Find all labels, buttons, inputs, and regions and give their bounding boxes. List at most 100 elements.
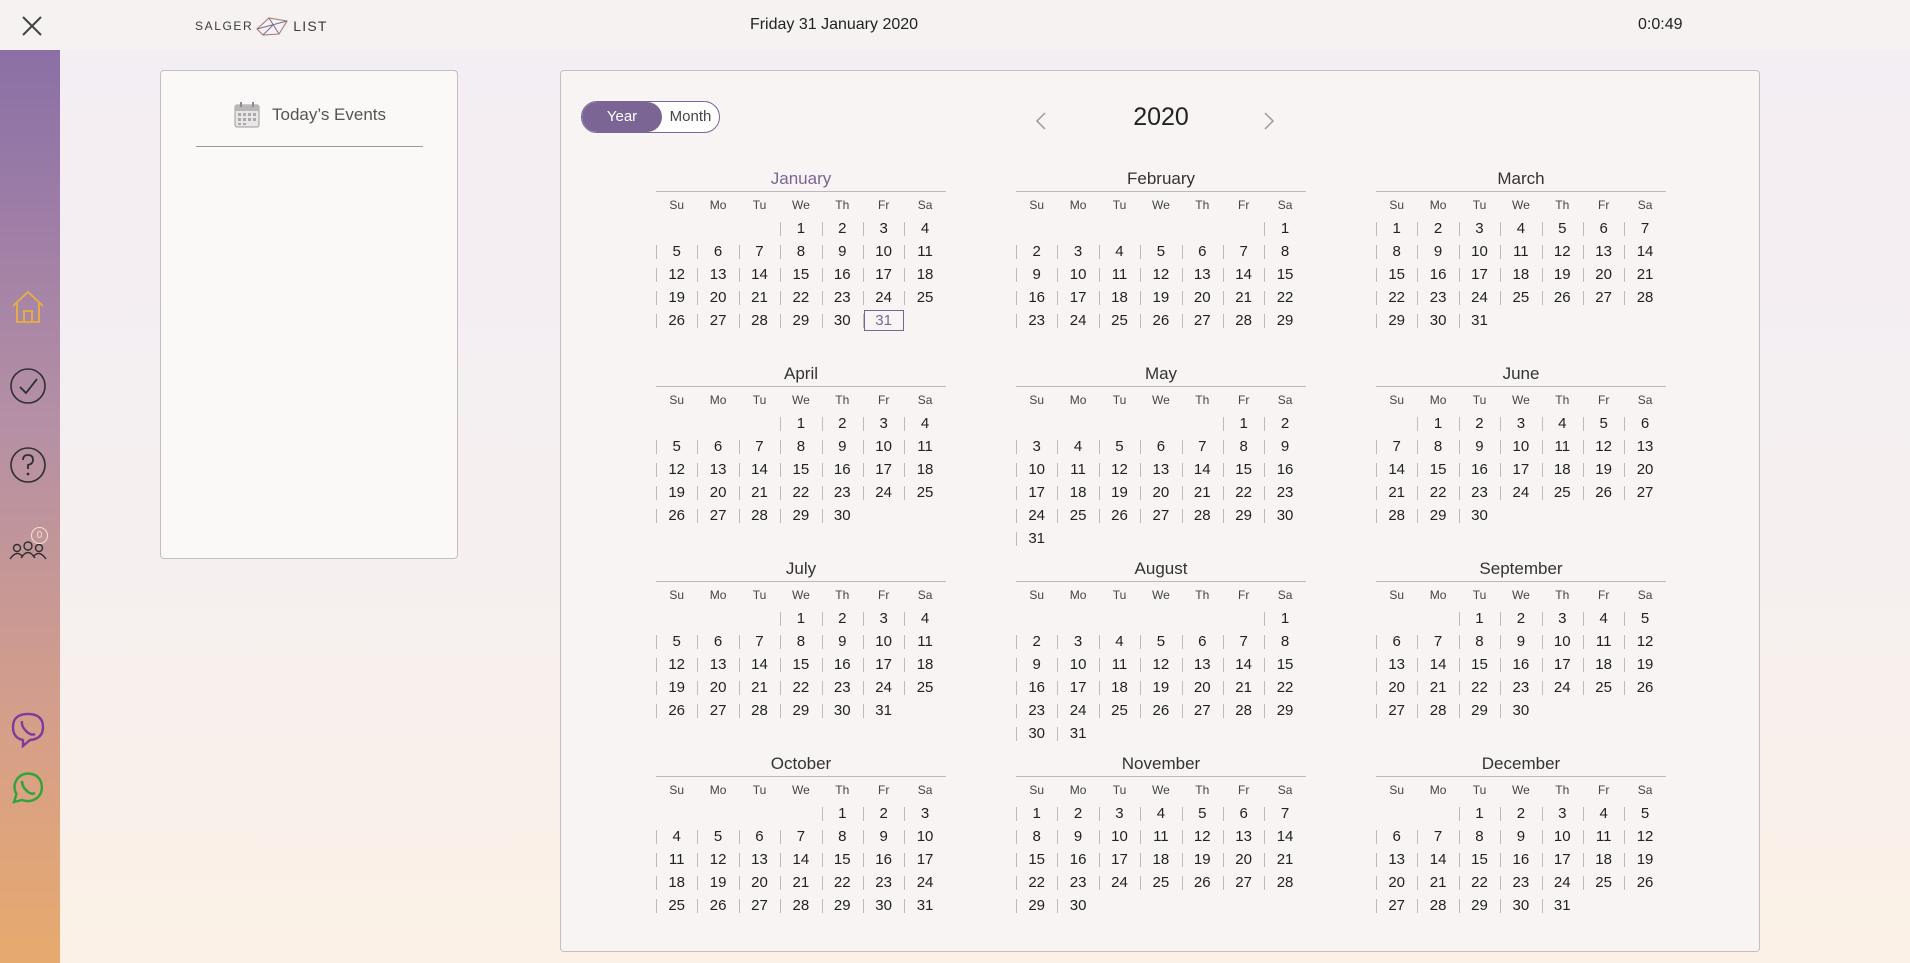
- day-cell[interactable]: 27: [697, 504, 738, 527]
- day-cell[interactable]: 13: [1181, 263, 1223, 286]
- day-cell[interactable]: 30: [1417, 309, 1458, 332]
- day-cell[interactable]: 21: [780, 871, 821, 894]
- day-cell[interactable]: 10: [1500, 435, 1541, 458]
- day-cell[interactable]: 19: [1624, 848, 1665, 871]
- day-cell[interactable]: 1: [821, 802, 863, 825]
- day-cell[interactable]: 10: [1016, 458, 1057, 481]
- day-cell[interactable]: 22: [1264, 286, 1305, 309]
- day-cell[interactable]: 11: [1057, 458, 1098, 481]
- day-cell[interactable]: 1: [1458, 607, 1500, 630]
- day-cell[interactable]: 25: [1582, 871, 1624, 894]
- day-cell[interactable]: 23: [1417, 286, 1458, 309]
- month-title[interactable]: May: [1016, 364, 1306, 386]
- day-cell[interactable]: 4: [1140, 802, 1181, 825]
- day-cell[interactable]: 7: [1624, 217, 1665, 240]
- day-cell[interactable]: 24: [1057, 309, 1098, 332]
- day-cell[interactable]: 27: [738, 894, 780, 917]
- day-cell[interactable]: 9: [1016, 263, 1057, 286]
- day-cell[interactable]: 24: [1098, 871, 1140, 894]
- day-cell[interactable]: 6: [1624, 412, 1665, 435]
- day-cell[interactable]: 5: [1140, 240, 1181, 263]
- day-cell[interactable]: 27: [1582, 286, 1624, 309]
- day-cell[interactable]: 19: [1140, 286, 1181, 309]
- day-cell[interactable]: 23: [1057, 871, 1098, 894]
- month-title[interactable]: March: [1376, 169, 1666, 191]
- day-cell[interactable]: 26: [1098, 504, 1140, 527]
- day-cell[interactable]: 19: [1181, 848, 1223, 871]
- day-cell[interactable]: 20: [1140, 481, 1181, 504]
- day-cell[interactable]: 14: [738, 458, 780, 481]
- day-cell[interactable]: 16: [1016, 286, 1057, 309]
- day-cell[interactable]: 5: [1098, 435, 1140, 458]
- day-cell[interactable]: 2: [1458, 412, 1500, 435]
- day-cell[interactable]: 6: [1181, 630, 1223, 653]
- day-cell[interactable]: 23: [821, 286, 863, 309]
- day-cell[interactable]: 30: [1016, 722, 1057, 745]
- day-cell[interactable]: 4: [1057, 435, 1098, 458]
- day-cell[interactable]: 3: [1057, 240, 1098, 263]
- day-cell[interactable]: 2: [1500, 607, 1541, 630]
- day-cell[interactable]: 19: [1140, 676, 1181, 699]
- day-cell[interactable]: 8: [1222, 435, 1264, 458]
- day-cell[interactable]: 21: [738, 481, 780, 504]
- day-cell[interactable]: 13: [1376, 848, 1417, 871]
- day-cell[interactable]: 7: [1181, 435, 1223, 458]
- day-cell[interactable]: 26: [1624, 871, 1665, 894]
- day-cell[interactable]: 31: [1541, 894, 1583, 917]
- day-cell[interactable]: 26: [656, 699, 697, 722]
- day-cell[interactable]: 14: [1181, 458, 1223, 481]
- day-cell[interactable]: 22: [1458, 871, 1500, 894]
- day-cell[interactable]: 26: [656, 504, 697, 527]
- day-cell[interactable]: 1: [780, 412, 821, 435]
- day-cell[interactable]: 27: [1140, 504, 1181, 527]
- day-cell[interactable]: 12: [1624, 825, 1665, 848]
- day-cell[interactable]: 18: [1098, 286, 1140, 309]
- day-cell[interactable]: 22: [780, 676, 821, 699]
- day-cell[interactable]: 9: [821, 240, 863, 263]
- day-cell[interactable]: 6: [1582, 217, 1624, 240]
- day-cell[interactable]: 23: [1458, 481, 1500, 504]
- day-cell[interactable]: 7: [1264, 802, 1305, 825]
- day-cell[interactable]: 13: [697, 458, 738, 481]
- day-cell[interactable]: 1: [1264, 217, 1305, 240]
- day-cell[interactable]: 9: [862, 825, 904, 848]
- day-cell[interactable]: 5: [1140, 630, 1181, 653]
- day-cell[interactable]: 7: [1222, 630, 1264, 653]
- day-cell[interactable]: 26: [1541, 286, 1583, 309]
- day-cell[interactable]: 27: [1376, 894, 1417, 917]
- day-cell[interactable]: 15: [1264, 263, 1305, 286]
- day-cell[interactable]: 21: [738, 676, 780, 699]
- day-cell[interactable]: 25: [904, 481, 945, 504]
- day-cell[interactable]: 27: [1222, 871, 1264, 894]
- day-cell[interactable]: 1: [780, 217, 821, 240]
- day-cell[interactable]: 6: [1181, 240, 1223, 263]
- day-cell[interactable]: 29: [1264, 699, 1305, 722]
- month-title[interactable]: December: [1376, 754, 1666, 776]
- day-cell[interactable]: 25: [656, 894, 697, 917]
- whatsapp-icon[interactable]: [8, 768, 48, 808]
- day-cell[interactable]: 9: [1016, 653, 1057, 676]
- day-cell[interactable]: 24: [1541, 676, 1583, 699]
- day-cell[interactable]: 31: [1016, 527, 1057, 550]
- day-cell[interactable]: 8: [821, 825, 863, 848]
- year-view-button[interactable]: Year: [582, 102, 662, 132]
- day-cell[interactable]: 7: [738, 240, 780, 263]
- day-cell[interactable]: 15: [1264, 653, 1305, 676]
- day-cell[interactable]: 1: [1458, 802, 1500, 825]
- day-cell[interactable]: 13: [1582, 240, 1624, 263]
- day-cell[interactable]: 12: [656, 653, 697, 676]
- day-cell[interactable]: 23: [862, 871, 904, 894]
- day-cell[interactable]: 30: [1500, 699, 1541, 722]
- day-cell[interactable]: 28: [738, 699, 780, 722]
- day-cell[interactable]: 5: [656, 630, 697, 653]
- chevron-right-icon[interactable]: [1259, 110, 1279, 132]
- day-cell[interactable]: 16: [1458, 458, 1500, 481]
- day-cell[interactable]: 14: [780, 848, 821, 871]
- day-cell[interactable]: 12: [656, 458, 697, 481]
- day-cell[interactable]: 16: [1417, 263, 1458, 286]
- day-cell[interactable]: 3: [862, 412, 904, 435]
- day-cell[interactable]: 5: [1541, 217, 1583, 240]
- day-cell[interactable]: 30: [1458, 504, 1500, 527]
- day-cell[interactable]: 5: [656, 240, 697, 263]
- day-cell[interactable]: 3: [1541, 802, 1583, 825]
